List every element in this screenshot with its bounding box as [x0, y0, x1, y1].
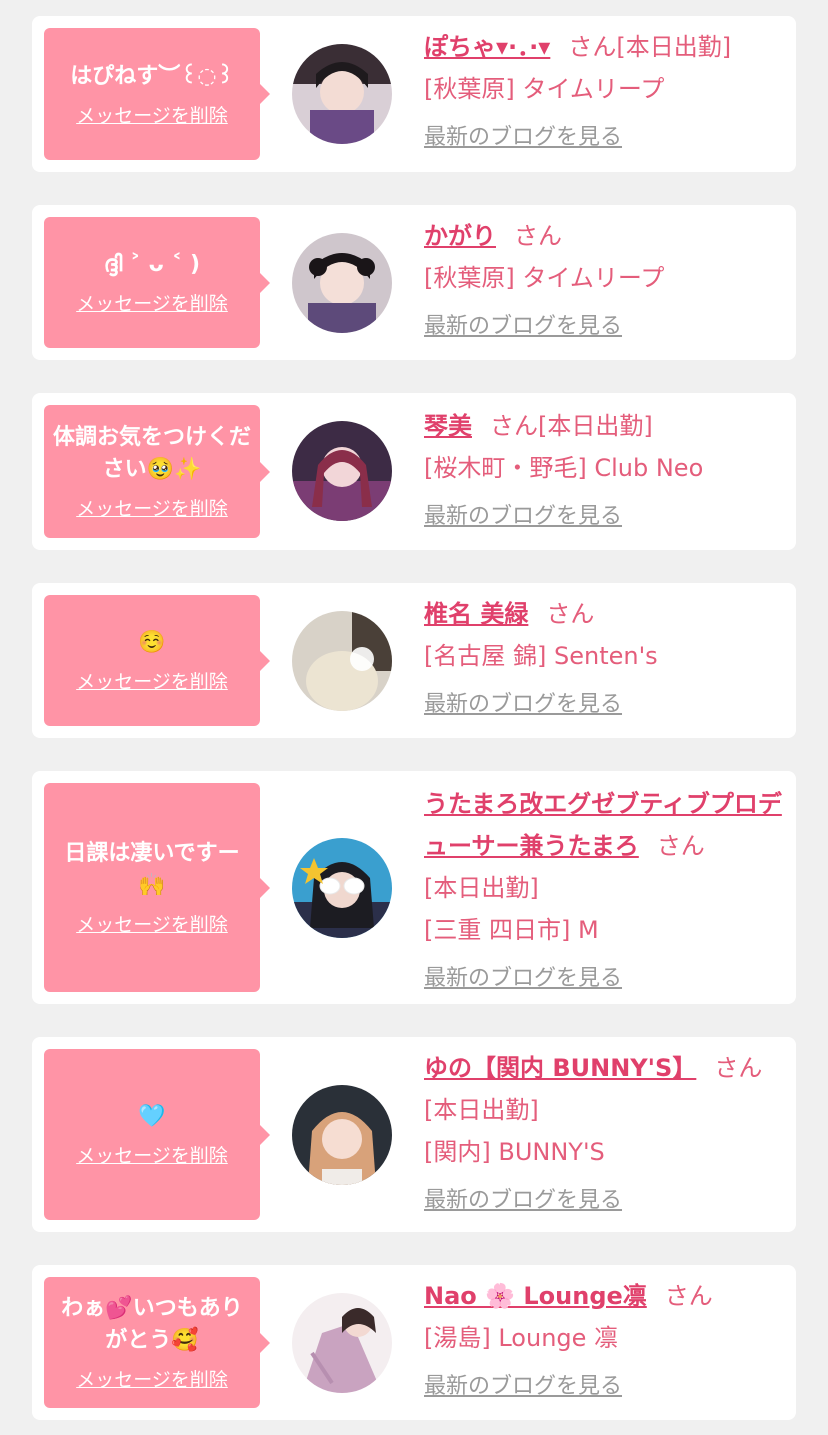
cast-name-link[interactable]: 椎名 美緑	[424, 600, 528, 628]
latest-blog-link[interactable]: 最新のブログを見る	[424, 685, 622, 725]
list-item: 体調お気をつけください🥹✨ メッセージを削除 琴美 さん[本日出勤] [桜木町・野…	[32, 393, 796, 550]
message-text: ☺️	[138, 630, 166, 655]
message-bubble: わぁ💕いつもありがとう🥰 メッセージを削除	[44, 1277, 270, 1408]
profile-info: 椎名 美緑 さん [名古屋 錦] Senten's 最新のブログを見る	[424, 593, 786, 725]
san-label: さん	[490, 412, 538, 440]
delete-message-link[interactable]: メッセージを削除	[76, 1141, 228, 1168]
shop-line: [名古屋 錦] Senten's	[424, 642, 658, 670]
shop-line: [湯島] Lounge 凛	[424, 1324, 619, 1352]
list-item: ദ്ദി ˃ ᴗ ˂ ) メッセージを削除 かがり さん [秋葉原] タイムリープ…	[32, 205, 796, 360]
cast-name-link[interactable]: うたまろ改エグゼブティブプロデューサー兼うたまろ	[424, 790, 782, 860]
avatar-photo	[292, 421, 392, 521]
profile-info: ぽちゃ▾·．·▾ さん[本日出勤] [秋葉原] タイムリープ 最新のブログを見る	[424, 26, 786, 158]
message-text: 日課は凄いですー🙌	[64, 841, 240, 898]
latest-blog-link[interactable]: 最新のブログを見る	[424, 1367, 622, 1407]
list-item: 日課は凄いですー🙌 メッセージを削除 うたまろ改エグゼブティブプロデューサー兼う…	[32, 771, 796, 1004]
list-item: 🩵 メッセージを削除 ゆの【関内 BUNNY'S】 さん [本日出勤] [関内] …	[32, 1037, 796, 1232]
work-status: [本日出勤]	[424, 1096, 539, 1124]
delete-message-link[interactable]: メッセージを削除	[76, 1365, 228, 1392]
shop-line: [秋葉原] タイムリープ	[424, 264, 665, 292]
message-text: わぁ💕いつもありがとう🥰	[61, 1296, 243, 1353]
avatar-photo	[292, 1293, 392, 1393]
latest-blog-link[interactable]: 最新のブログを見る	[424, 1181, 622, 1221]
cast-name-link[interactable]: 琴美	[424, 412, 472, 440]
profile-info: ゆの【関内 BUNNY'S】 さん [本日出勤] [関内] BUNNY'S 最新の…	[424, 1047, 786, 1221]
avatar[interactable]	[292, 838, 392, 938]
work-status: [本日出勤]	[538, 412, 653, 440]
shop-line: [関内] BUNNY'S	[424, 1138, 605, 1166]
message-list: はぴねす︶꒰◌꒱ メッセージを削除 ぽちゃ▾·．·▾ さん[本日出勤] [秋葉原]…	[0, 0, 828, 1435]
delete-message-link[interactable]: メッセージを削除	[76, 667, 228, 694]
message-text: 体調お気をつけください🥹✨	[52, 425, 251, 482]
delete-message-link[interactable]: メッセージを削除	[76, 289, 228, 316]
latest-blog-link[interactable]: 最新のブログを見る	[424, 307, 622, 347]
avatar-photo	[292, 611, 392, 711]
avatar[interactable]	[292, 1293, 392, 1393]
avatar-photo	[292, 838, 392, 938]
san-label: さん	[714, 1054, 763, 1082]
shop-line: [秋葉原] タイムリープ	[424, 75, 665, 103]
latest-blog-link[interactable]: 最新のブログを見る	[424, 118, 622, 158]
message-bubble: 日課は凄いですー🙌 メッセージを削除	[44, 783, 270, 992]
work-status: [本日出勤]	[424, 874, 539, 902]
message-text: 🩵	[138, 1104, 166, 1129]
cast-name-link[interactable]: ゆの【関内 BUNNY'S】	[424, 1054, 696, 1082]
profile-info: うたまろ改エグゼブティブプロデューサー兼うたまろ さん [本日出勤] [三重 四日…	[424, 783, 786, 999]
san-label: さん	[514, 222, 562, 250]
avatar[interactable]	[292, 1085, 392, 1185]
list-item: わぁ💕いつもありがとう🥰 メッセージを削除 Nao 🌸 Lounge凛 さん [湯…	[32, 1265, 796, 1420]
list-item: ☺️ メッセージを削除 椎名 美緑 さん [名古屋 錦] Senten's 最新の…	[32, 583, 796, 738]
avatar[interactable]	[292, 233, 392, 333]
profile-info: Nao 🌸 Lounge凛 さん [湯島] Lounge 凛 最新のブログを見る	[424, 1275, 786, 1407]
san-label: さん	[664, 1282, 713, 1310]
cast-name-link[interactable]: Nao 🌸 Lounge凛	[424, 1282, 647, 1310]
avatar[interactable]	[292, 421, 392, 521]
message-bubble: 🩵 メッセージを削除	[44, 1049, 270, 1220]
message-text: はぴねす︶꒰◌꒱	[70, 63, 234, 89]
delete-message-link[interactable]: メッセージを削除	[76, 910, 228, 937]
message-bubble: はぴねす︶꒰◌꒱ メッセージを削除	[44, 28, 270, 160]
avatar-photo	[292, 233, 392, 333]
avatar[interactable]	[292, 44, 392, 144]
san-label: さん	[546, 600, 595, 628]
latest-blog-link[interactable]: 最新のブログを見る	[424, 959, 622, 999]
cast-name-link[interactable]: かがり	[424, 222, 496, 250]
latest-blog-link[interactable]: 最新のブログを見る	[424, 497, 622, 537]
cast-name-link[interactable]: ぽちゃ▾·．·▾	[424, 33, 550, 61]
profile-info: かがり さん [秋葉原] タイムリープ 最新のブログを見る	[424, 215, 786, 347]
san-label: さん	[656, 832, 705, 860]
delete-message-link[interactable]: メッセージを削除	[76, 101, 228, 128]
message-bubble: ദ്ദി ˃ ᴗ ˂ ) メッセージを削除	[44, 217, 270, 348]
avatar[interactable]	[292, 611, 392, 711]
message-bubble: ☺️ メッセージを削除	[44, 595, 270, 726]
message-text: ദ്ദി ˃ ᴗ ˂ )	[103, 252, 201, 277]
san-label: さん	[568, 33, 617, 61]
profile-info: 琴美 さん[本日出勤] [桜木町・野毛] Club Neo 最新のブログを見る	[424, 405, 786, 537]
avatar-photo	[292, 1085, 392, 1185]
message-bubble: 体調お気をつけください🥹✨ メッセージを削除	[44, 405, 270, 538]
shop-line: [三重 四日市] M	[424, 916, 599, 944]
shop-line: [桜木町・野毛] Club Neo	[424, 454, 704, 482]
delete-message-link[interactable]: メッセージを削除	[76, 494, 228, 521]
work-status: [本日出勤]	[616, 33, 732, 61]
list-item: はぴねす︶꒰◌꒱ メッセージを削除 ぽちゃ▾·．·▾ さん[本日出勤] [秋葉原]…	[32, 16, 796, 172]
avatar-photo	[292, 44, 392, 144]
